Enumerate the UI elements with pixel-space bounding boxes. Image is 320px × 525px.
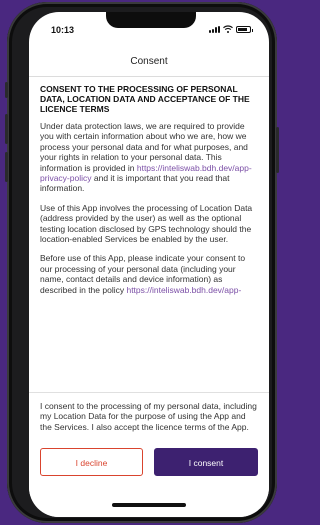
page-title: Consent xyxy=(130,56,168,67)
home-indicator[interactable] xyxy=(112,503,186,507)
consent-document[interactable]: CONSENT TO THE PROCESSING OF PERSONAL DA… xyxy=(40,84,258,304)
paragraph-location-data: Use of this App involves the processing … xyxy=(40,202,253,245)
nav-divider xyxy=(29,76,269,77)
consent-button[interactable]: I consent xyxy=(154,448,258,476)
scroll-fade xyxy=(29,372,269,392)
status-time: 10:13 xyxy=(51,25,75,35)
screen: 10:13 Consent CONSENT TO THE PROCESSING … xyxy=(29,12,269,517)
consent-statement: I consent to the processing of my person… xyxy=(40,401,257,432)
battery-icon xyxy=(236,26,253,33)
policy-link[interactable]: https://inteliswab.bdh.dev/app- xyxy=(126,285,241,295)
phone-screen-holder: 10:13 Consent CONSENT TO THE PROCESSING … xyxy=(7,2,277,523)
consent-statement-box: I consent to the processing of my person… xyxy=(29,392,269,445)
status-icons xyxy=(209,25,253,33)
paragraph-consent-request: Before use of this App, please indicate … xyxy=(40,253,246,295)
document-heading: CONSENT TO THE PROCESSING OF PERSONAL DA… xyxy=(40,84,250,114)
status-bar: 10:13 xyxy=(29,12,269,42)
signal-icon xyxy=(209,26,220,33)
decline-button[interactable]: I decline xyxy=(40,448,143,476)
paragraph-data-protection: Under data protection laws, we are requi… xyxy=(40,121,252,194)
wifi-icon xyxy=(223,25,233,33)
